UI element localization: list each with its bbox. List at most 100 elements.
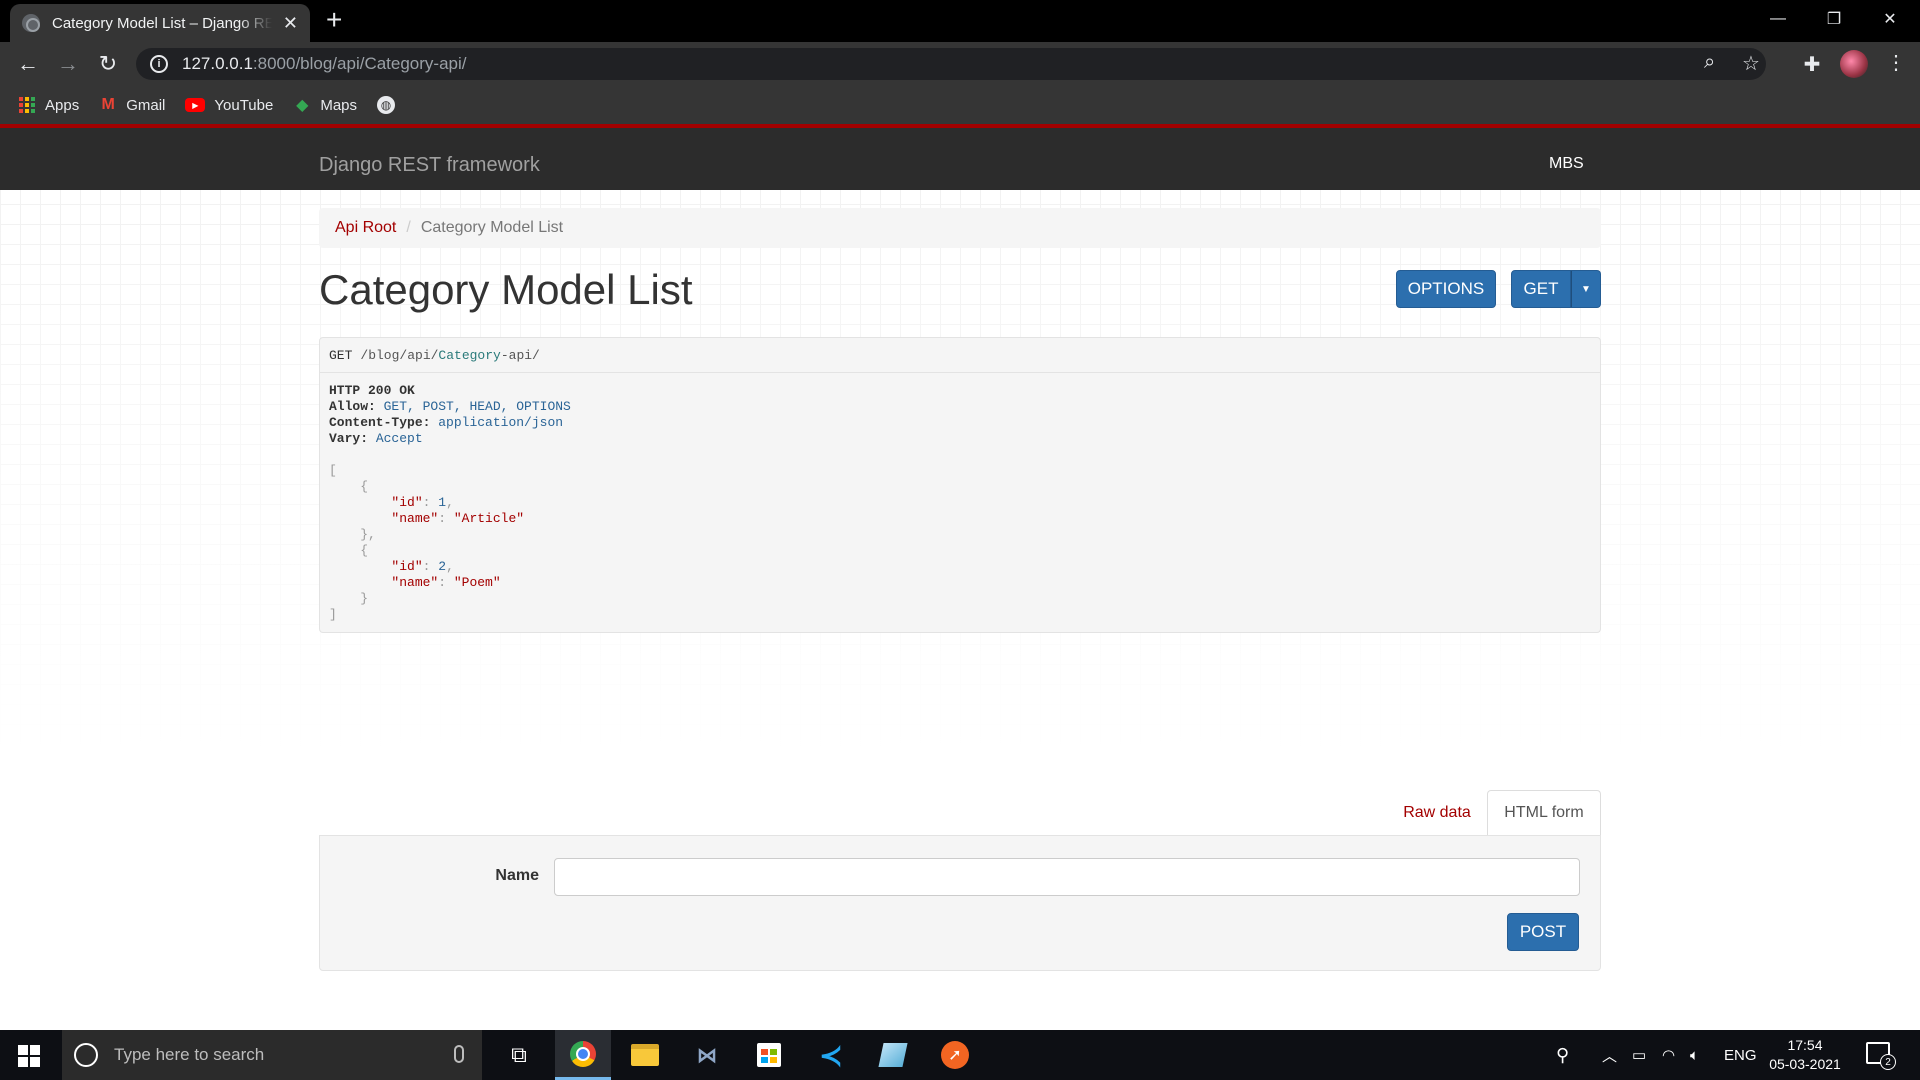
postman-icon: ➚ xyxy=(941,1041,969,1069)
browser-menu-icon[interactable]: ⋮ xyxy=(1886,50,1906,75)
task-view-icon[interactable]: ⧉ xyxy=(491,1030,547,1080)
forward-arrow-icon[interactable]: → xyxy=(54,50,82,78)
header-key: Vary: xyxy=(329,431,369,446)
browser-tab[interactable]: Category Model List – Django REST framew… xyxy=(10,4,310,42)
youtube-icon: ▶ xyxy=(185,98,206,112)
request-path-name: Category xyxy=(438,347,501,363)
restore-button[interactable]: ❐ xyxy=(1806,0,1862,38)
bookmark-star-icon[interactable]: ☆ xyxy=(1742,51,1760,76)
maps-icon: ◆ xyxy=(296,97,309,114)
people-icon[interactable]: ⚲ xyxy=(1556,1030,1569,1080)
tab-raw-data[interactable]: Raw data xyxy=(1387,790,1487,836)
vscode-icon: ≺ xyxy=(819,1039,843,1071)
breadcrumb-current: Category Model List xyxy=(420,219,564,236)
bookmark-label: Apps xyxy=(45,96,80,114)
cortana-icon xyxy=(74,1043,98,1067)
drf-navbar: Django REST framework MBS xyxy=(0,124,1920,190)
header-value: application/json xyxy=(438,415,564,430)
taskbar-store[interactable] xyxy=(741,1030,797,1080)
taskbar-postman[interactable]: ➚ xyxy=(927,1030,983,1080)
folder-icon xyxy=(631,1044,659,1066)
tab-title: Category Model List – Django REST framew… xyxy=(52,14,272,32)
store-icon xyxy=(757,1043,781,1067)
globe-icon: ◍ xyxy=(377,96,396,114)
request-info: GET /blog/api/Category -api/ xyxy=(319,337,1601,373)
request-path-prefix: /blog/api/ xyxy=(360,347,439,363)
profile-avatar[interactable] xyxy=(1840,50,1868,78)
post-button[interactable]: POST xyxy=(1507,913,1579,951)
navbar-user[interactable]: MBS xyxy=(1549,155,1584,173)
apps-grid-icon xyxy=(18,96,36,114)
request-method: GET xyxy=(329,347,353,363)
extensions-puzzle-icon[interactable]: ✚ xyxy=(1798,50,1826,78)
taskbar-app[interactable] xyxy=(865,1030,921,1080)
item-id: 1 xyxy=(438,495,447,510)
site-info-icon[interactable]: i xyxy=(150,55,168,73)
microphone-icon[interactable] xyxy=(454,1045,464,1063)
options-button[interactable]: OPTIONS xyxy=(1396,270,1496,308)
tab-html-form[interactable]: HTML form xyxy=(1487,790,1601,836)
language-indicator[interactable]: ENG xyxy=(1724,1030,1757,1080)
taskbar-search[interactable]: Type here to search xyxy=(62,1030,482,1080)
bookmark-gmail[interactable]: M Gmail xyxy=(99,96,166,114)
get-format-dropdown-caret-icon[interactable]: ▼ xyxy=(1571,270,1601,308)
back-arrow-icon[interactable]: ← xyxy=(14,50,42,78)
taskbar-chrome[interactable] xyxy=(555,1030,611,1080)
bookmark-maps[interactable]: ◆ Maps xyxy=(293,96,358,115)
bookmark-label: YouTube xyxy=(214,96,274,114)
chevron-up-icon[interactable]: ︿ xyxy=(1602,1030,1617,1080)
volume-icon[interactable]: 🔈︎ xyxy=(1690,1030,1699,1080)
breadcrumb-separator: / xyxy=(406,219,411,236)
search-placeholder: Type here to search xyxy=(114,1045,265,1064)
post-form: Name POST xyxy=(319,835,1601,971)
breadcrumb-api-root[interactable]: Api Root xyxy=(335,219,396,237)
bookmark-label: Gmail xyxy=(126,96,166,114)
system-clock[interactable]: 17:54 05-03-2021 xyxy=(1760,1036,1850,1074)
taskbar-predator[interactable]: ⋈ xyxy=(679,1030,735,1080)
breadcrumb: Api Root / Category Model List xyxy=(319,208,1601,248)
response-status: HTTP 200 OK xyxy=(329,383,415,398)
clock-date: 05-03-2021 xyxy=(1769,1056,1841,1072)
taskbar-vscode[interactable]: ≺ xyxy=(803,1030,859,1080)
get-button[interactable]: GET xyxy=(1511,270,1571,308)
globe-favicon-icon xyxy=(22,14,40,32)
bookmark-youtube[interactable]: ▶ YouTube xyxy=(185,97,273,114)
header-key: Allow: xyxy=(329,399,376,414)
browser-tab-strip: Category Model List – Django REST framew… xyxy=(0,0,1920,42)
header-key: Content-Type: xyxy=(329,415,431,430)
bookmark-label: Maps xyxy=(320,96,358,114)
header-value: Accept xyxy=(375,431,423,446)
battery-icon[interactable]: ▭ xyxy=(1632,1030,1646,1080)
url-host: 127.0.0.1 xyxy=(182,54,253,73)
gmail-icon: M xyxy=(101,96,115,113)
page-content: Django REST framework MBS Api Root / Cat… xyxy=(0,124,1920,1030)
windows-start-icon[interactable] xyxy=(18,1045,40,1067)
response-body: HTTP 200 OK Allow: GET, POST, HEAD, OPTI… xyxy=(319,373,1601,633)
app-icon xyxy=(878,1043,908,1067)
navbar-brand[interactable]: Django REST framework xyxy=(319,154,540,177)
notification-count-badge: 2 xyxy=(1880,1054,1896,1070)
windows-taskbar: Type here to search ⧉ ⋈ ≺ ➚ ⚲ ︿ ▭ ◠ 🔈︎ E… xyxy=(0,1030,1920,1080)
address-bar[interactable]: i 127.0.0.1:8000/blog/api/Category-api/ … xyxy=(136,48,1766,80)
bookmark-globe[interactable]: ◍ xyxy=(377,96,396,114)
close-window-button[interactable]: ✕ xyxy=(1862,0,1918,38)
bookmarks-bar: Apps M Gmail ▶ YouTube ◆ Maps ◍ xyxy=(0,86,1920,124)
minimize-button[interactable]: — xyxy=(1750,0,1806,38)
wifi-icon[interactable]: ◠ xyxy=(1662,1030,1675,1080)
header-value: GET, POST, HEAD, OPTIONS xyxy=(383,399,571,414)
name-input[interactable] xyxy=(554,858,1580,896)
predator-icon: ⋈ xyxy=(697,1044,717,1067)
zoom-icon[interactable]: ⌕ xyxy=(1704,51,1715,74)
item-name: "Poem" xyxy=(453,575,501,590)
tab-close-icon[interactable]: ✕ xyxy=(283,14,298,32)
item-id: 2 xyxy=(438,559,447,574)
url-path: :8000/blog/api/Category-api/ xyxy=(252,54,467,73)
page-title: Category Model List xyxy=(319,266,693,313)
name-label: Name xyxy=(495,867,539,884)
new-tab-button[interactable]: + xyxy=(326,6,342,34)
clock-time: 17:54 xyxy=(1787,1037,1823,1053)
reload-icon[interactable]: ↻ xyxy=(94,50,122,78)
item-name: "Article" xyxy=(453,511,525,526)
bookmark-apps[interactable]: Apps xyxy=(18,96,79,114)
taskbar-file-explorer[interactable] xyxy=(617,1030,673,1080)
